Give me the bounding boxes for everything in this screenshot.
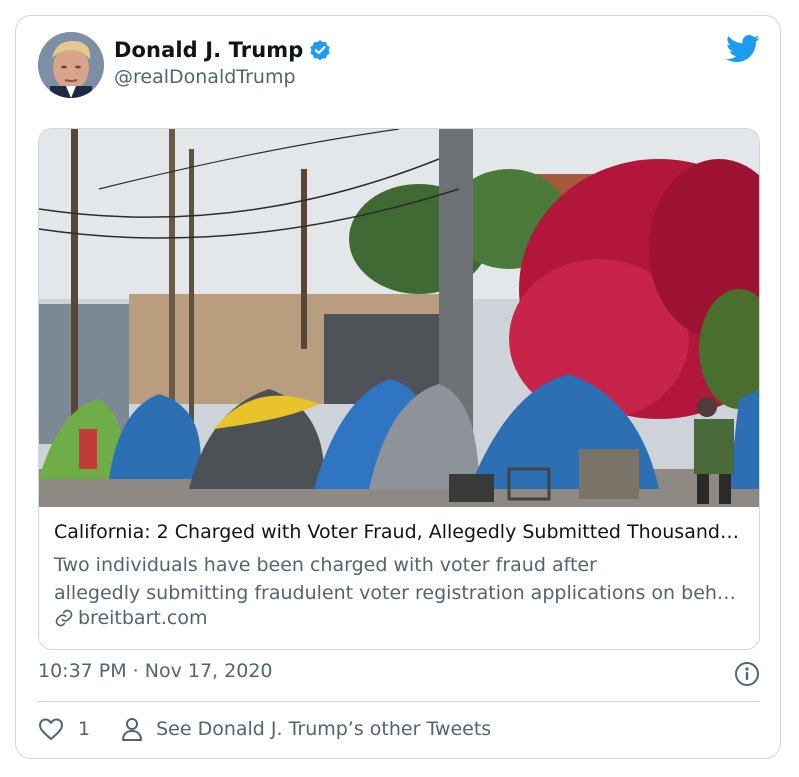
author-name[interactable]: Donald J. Trump: [114, 38, 303, 62]
link-preview-image[interactable]: [39, 129, 760, 507]
link-domain[interactable]: breitbart.com: [54, 607, 207, 629]
link-description-line-2: allegedly submitting fraudulent voter re…: [54, 582, 746, 604]
tweet-timestamp[interactable]: 10:37 PM · Nov 17, 2020: [38, 660, 273, 682]
twitter-bird-icon[interactable]: [726, 34, 760, 64]
verified-badge-icon: [309, 39, 331, 61]
like-count[interactable]: 1: [78, 718, 90, 740]
user-icon[interactable]: [120, 716, 144, 742]
see-other-tweets-link[interactable]: See Donald J. Trump’s other Tweets: [156, 718, 491, 740]
tweet-actions: 1 See Donald J. Trump’s other Tweets: [38, 716, 491, 742]
link-preview-card[interactable]: California: 2 Charged with Voter Fraud, …: [38, 128, 760, 650]
link-title[interactable]: California: 2 Charged with Voter Fraud, …: [54, 521, 746, 543]
divider: [38, 701, 760, 702]
author-name-row[interactable]: Donald J. Trump: [114, 38, 331, 62]
link-description-line-1: Two individuals have been charged with v…: [54, 554, 597, 576]
info-icon[interactable]: [734, 661, 760, 687]
author-handle[interactable]: @realDonaldTrump: [114, 66, 296, 88]
tweet-card: Donald J. Trump @realDonaldTrump Califor…: [15, 15, 781, 759]
link-icon: [54, 608, 74, 628]
avatar[interactable]: [38, 32, 104, 98]
heart-icon[interactable]: [38, 717, 64, 741]
link-domain-text[interactable]: breitbart.com: [78, 607, 207, 629]
link-description: Two individuals have been charged with v…: [54, 551, 746, 607]
